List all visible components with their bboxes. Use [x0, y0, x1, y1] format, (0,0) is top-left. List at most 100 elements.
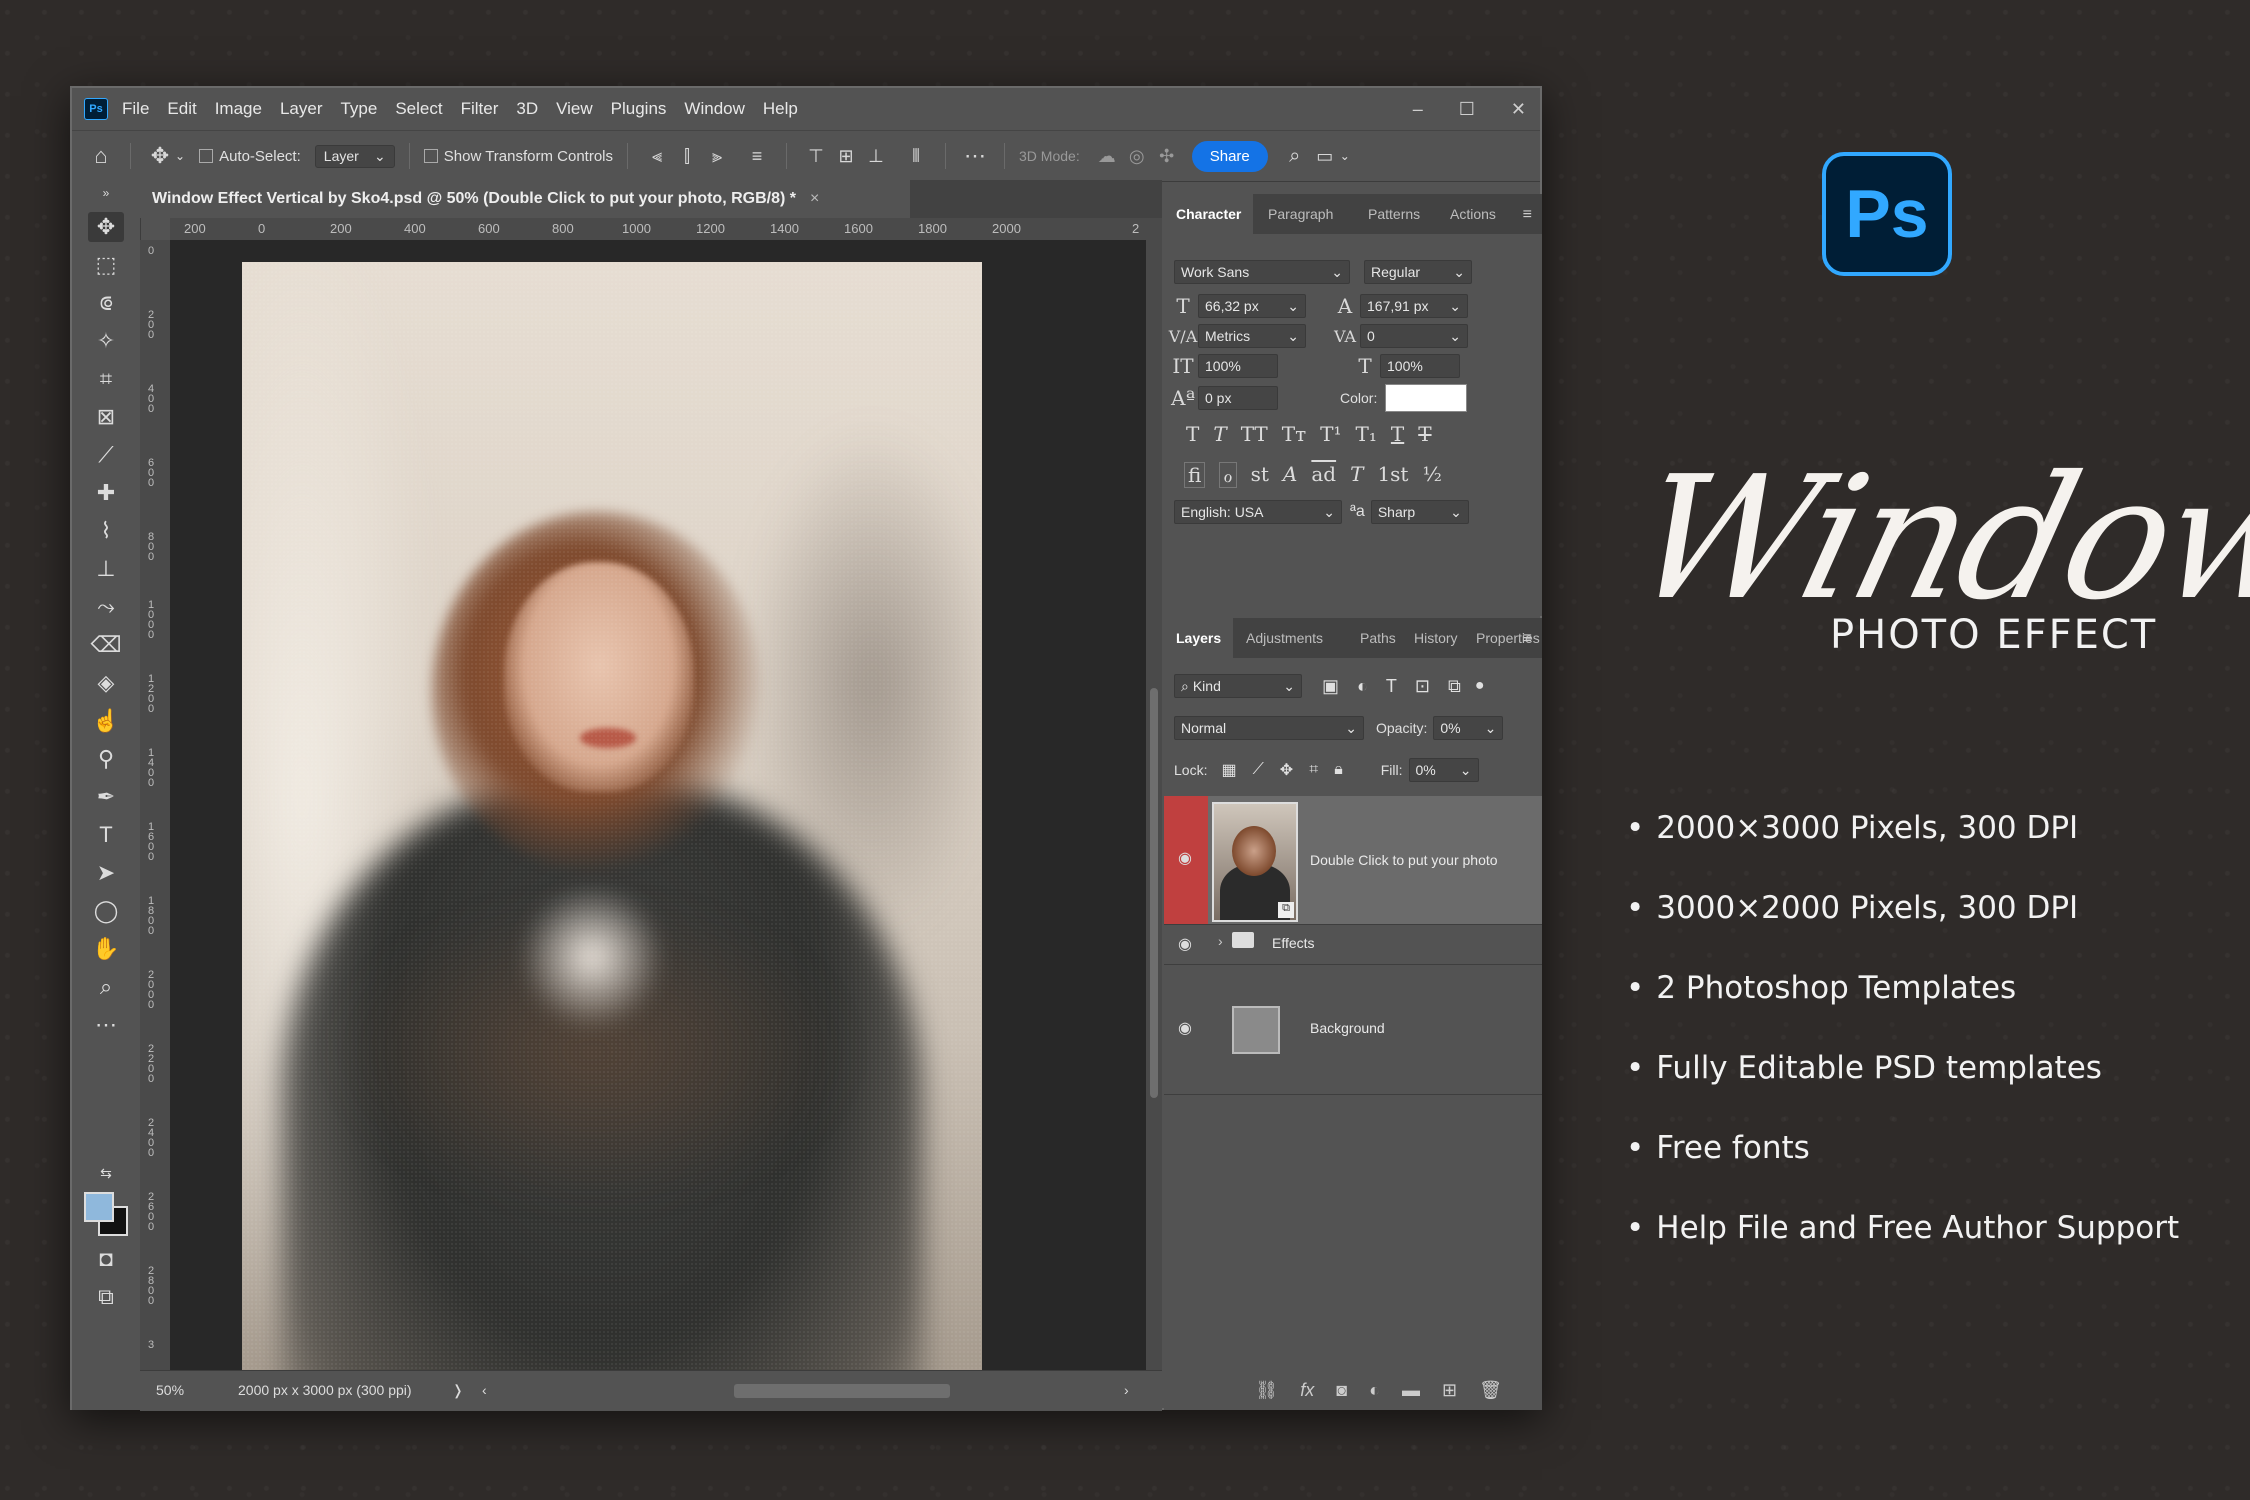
tab-actions[interactable]: Actions: [1450, 206, 1496, 222]
scroll-left-icon[interactable]: ‹: [482, 1382, 487, 1398]
language-dropdown[interactable]: English: USA ⌄: [1174, 500, 1342, 524]
panel-menu-icon[interactable]: ≡: [1523, 206, 1532, 224]
scroll-right-icon[interactable]: ›: [1124, 1382, 1129, 1398]
adjustment-layer-icon[interactable]: ◐: [1369, 1380, 1380, 1401]
font-size-field[interactable]: 66,32 px ⌄: [1198, 294, 1306, 318]
opacity-field[interactable]: 0% ⌄: [1433, 716, 1504, 740]
maximize-icon[interactable]: ☐: [1459, 99, 1475, 120]
lasso-tool-icon[interactable]: ⟃: [88, 288, 124, 318]
lock-all-icon[interactable]: 🔒︎: [1334, 761, 1343, 779]
tab-paths[interactable]: Paths: [1360, 630, 1396, 646]
stylistic-alternates-icon[interactable]: ad: [1311, 462, 1336, 488]
distribute-icon[interactable]: ≡: [742, 146, 772, 167]
pen-tool-icon[interactable]: ✒: [88, 782, 124, 812]
vertical-scale-field[interactable]: 100%: [1198, 354, 1278, 378]
new-group-icon[interactable]: ▬: [1402, 1380, 1420, 1401]
dodge-tool-icon[interactable]: ⚲: [88, 744, 124, 774]
document-canvas-photo[interactable]: [242, 262, 982, 1374]
stamp-tool-icon[interactable]: ⊥: [88, 554, 124, 584]
baseline-shift-field[interactable]: 0 px: [1198, 386, 1278, 410]
font-style-dropdown[interactable]: Regular ⌄: [1364, 260, 1472, 284]
horizontal-scrollbar-thumb[interactable]: [734, 1384, 950, 1398]
status-menu-arrow[interactable]: ❭: [452, 1382, 464, 1399]
menu-edit[interactable]: Edit: [167, 99, 196, 119]
move-tool-icon[interactable]: ✥: [145, 143, 175, 169]
ligatures-icon[interactable]: fi: [1184, 462, 1206, 488]
minimize-icon[interactable]: –: [1413, 99, 1423, 120]
frame-tool-icon[interactable]: ⊠: [88, 402, 124, 432]
lock-artboard-icon[interactable]: ⌗: [1309, 761, 1318, 779]
workspace-icon[interactable]: ▭: [1310, 146, 1340, 167]
discretionary-ligatures-icon[interactable]: st: [1251, 462, 1269, 488]
kerning-dropdown[interactable]: Metrics ⌄: [1198, 324, 1306, 348]
visibility-eye-icon[interactable]: ◉: [1178, 1018, 1192, 1038]
ordinals-icon[interactable]: 1st: [1377, 462, 1408, 488]
search-icon[interactable]: ⌕: [1280, 145, 1310, 168]
magic-wand-tool-icon[interactable]: ✧: [88, 326, 124, 356]
lock-transparency-icon[interactable]: ▦: [1221, 760, 1236, 780]
expand-chevron-icon[interactable]: ›: [1218, 933, 1223, 949]
tab-adjustments[interactable]: Adjustments: [1246, 630, 1323, 646]
chevron-down-icon[interactable]: ⌄: [175, 149, 185, 163]
swap-colors-icon[interactable]: ⇆: [88, 1158, 124, 1188]
auto-select-checkbox[interactable]: [199, 149, 214, 163]
align-right-icon[interactable]: ⫸: [702, 146, 732, 167]
eyedropper-tool-icon[interactable]: ⟋: [88, 440, 124, 470]
visibility-eye-icon[interactable]: ◉: [1178, 934, 1192, 954]
share-button[interactable]: Share: [1191, 140, 1268, 172]
anti-alias-dropdown[interactable]: Sharp ⌄: [1370, 500, 1469, 524]
close-tab-icon[interactable]: ×: [810, 190, 819, 208]
chevron-down-icon[interactable]: ⌄: [1340, 149, 1350, 163]
contextual-alternates-icon[interactable]: ℴ: [1219, 462, 1237, 488]
strikethrough-icon[interactable]: T: [1418, 422, 1431, 446]
menu-type[interactable]: Type: [340, 99, 377, 119]
layer-name[interactable]: Effects: [1272, 935, 1315, 951]
panel-menu-icon[interactable]: ≡: [1523, 630, 1532, 648]
close-icon[interactable]: ✕: [1511, 99, 1526, 120]
layer-filter-dropdown[interactable]: ⌕ Kind ⌄: [1174, 674, 1302, 698]
all-caps-icon[interactable]: TT: [1241, 422, 1268, 446]
layer-row-photo[interactable]: ◉ ⧉ Double Click to put your photo: [1164, 796, 1542, 925]
new-layer-icon[interactable]: ⊞: [1442, 1380, 1457, 1401]
zoom-tool-icon[interactable]: ⌕: [88, 972, 124, 1002]
marquee-tool-icon[interactable]: ⬚: [88, 250, 124, 280]
menu-select[interactable]: Select: [395, 99, 442, 119]
filter-pixel-icon[interactable]: ▣: [1322, 676, 1339, 697]
lock-position-icon[interactable]: ✥: [1280, 760, 1293, 780]
menu-plugins[interactable]: Plugins: [611, 99, 667, 119]
tab-history[interactable]: History: [1414, 630, 1458, 646]
align-center-icon[interactable]: ⫿: [672, 146, 702, 167]
quick-mask-icon[interactable]: ◘: [88, 1244, 124, 1274]
eraser-tool-icon[interactable]: ⌫: [88, 630, 124, 660]
vertical-scrollbar[interactable]: [1146, 218, 1162, 1370]
menu-3d[interactable]: 3D: [516, 99, 538, 119]
align-top-icon[interactable]: ⊤: [801, 146, 831, 167]
brush-tool-icon[interactable]: ⌇: [88, 516, 124, 546]
align-bottom-icon[interactable]: ⊥: [861, 146, 891, 167]
align-middle-icon[interactable]: ⊞: [831, 146, 861, 167]
menu-file[interactable]: File: [122, 99, 149, 119]
link-layers-icon[interactable]: ⛓: [1255, 1380, 1278, 1401]
tab-patterns[interactable]: Patterns: [1368, 206, 1420, 222]
filter-shape-icon[interactable]: ⊡: [1415, 676, 1430, 697]
small-caps-icon[interactable]: Tт: [1282, 422, 1306, 446]
delete-layer-icon[interactable]: 🗑︎: [1479, 1380, 1502, 1401]
menu-view[interactable]: View: [556, 99, 593, 119]
home-icon[interactable]: ⌂: [86, 143, 116, 169]
filter-type-icon[interactable]: T: [1386, 676, 1397, 697]
faux-bold-icon[interactable]: T: [1186, 422, 1199, 446]
type-tool-icon[interactable]: T: [88, 820, 124, 850]
menu-filter[interactable]: Filter: [461, 99, 499, 119]
layer-name[interactable]: Double Click to put your photo: [1310, 852, 1498, 868]
leading-field[interactable]: 167,91 px ⌄: [1360, 294, 1468, 318]
3d-orbit-icon[interactable]: ☁: [1092, 146, 1122, 167]
history-brush-tool-icon[interactable]: ⤳: [88, 592, 124, 622]
fill-field[interactable]: 0% ⌄: [1408, 758, 1479, 782]
subscript-icon[interactable]: T₁: [1356, 422, 1377, 446]
tab-paragraph[interactable]: Paragraph: [1268, 206, 1333, 222]
underline-icon[interactable]: T: [1391, 422, 1404, 446]
swash-icon[interactable]: A: [1283, 462, 1297, 488]
add-mask-icon[interactable]: ◙: [1336, 1380, 1347, 1401]
3d-pan-icon[interactable]: ✣: [1152, 146, 1182, 167]
tab-character[interactable]: Character: [1164, 194, 1254, 234]
